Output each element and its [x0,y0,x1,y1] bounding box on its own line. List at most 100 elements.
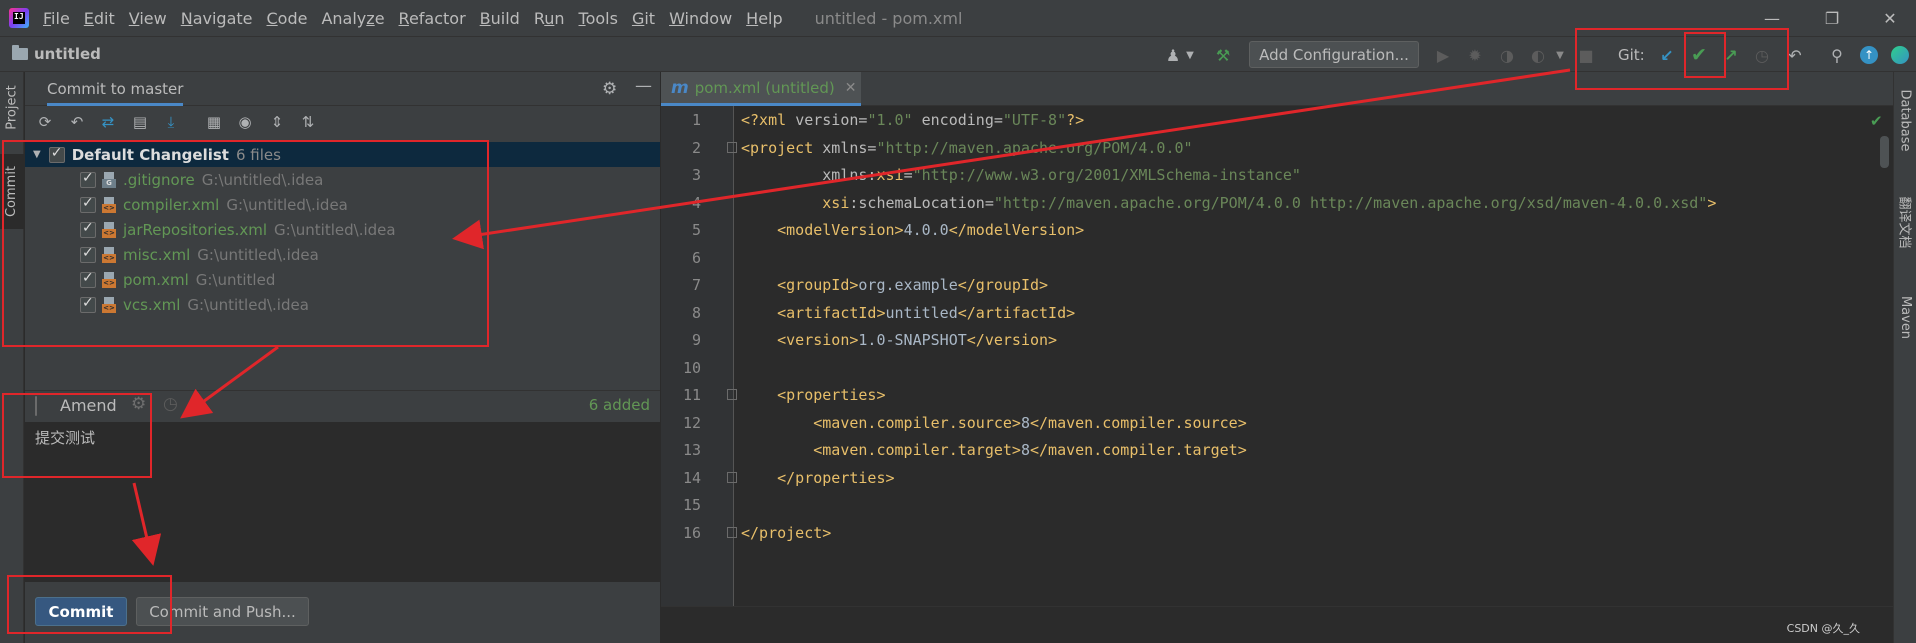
view-options-eye-icon[interactable]: ◉ [235,112,255,132]
tab-label: pom.xml (untitled) [694,78,835,97]
code-editor[interactable]: <?xml version="1.0" encoding="UTF-8"?> <… [741,106,1881,606]
watermark-text: CSDN @久_久 [1786,622,1860,635]
download-icon[interactable]: ⤓ [161,112,181,132]
fold-marker-icon[interactable] [727,527,737,538]
fold-marker-icon[interactable] [727,472,737,483]
search-everywhere-icon[interactable]: ⚲ [1827,45,1847,65]
fold-marker-icon[interactable] [727,389,737,400]
annotation-box-commit-icon [1684,32,1726,78]
menu-git[interactable]: Git [632,9,655,28]
line-number: 6 [691,249,701,267]
added-count: 6 added [588,396,650,414]
tab-pom-xml[interactable]: m pom.xml (untitled) ✕ [661,72,861,106]
fold-marker-icon[interactable] [727,142,737,153]
close-window-icon[interactable]: ✕ [1868,0,1912,36]
tab-project[interactable]: Project [0,72,24,142]
line-number: 7 [691,276,701,294]
ide-update-icon[interactable]: ↑ [1860,46,1878,64]
close-tab-icon[interactable]: ✕ [845,80,857,96]
line-number: 10 [682,359,701,377]
commit-panel-header: Commit to master ⚙ — [25,72,660,106]
gear-icon[interactable]: ⚙ [602,79,617,99]
code-line: <version>1.0-SNAPSHOT</version> [777,331,1058,349]
menu-run[interactable]: Run [534,9,565,28]
collapse-all-icon[interactable]: ⇅ [298,112,318,132]
menu-tools[interactable]: Tools [579,9,618,28]
annotation-box-changelist [2,140,489,347]
code-line: <?xml version="1.0" encoding="UTF-8"?> [741,111,1085,129]
menu-view[interactable]: View [129,9,167,28]
shelve-icon[interactable]: ▤ [130,112,150,132]
tab-database[interactable]: Database [1894,80,1916,160]
line-number: 9 [691,331,701,349]
annotation-box-message [2,393,152,478]
window-title: untitled - pom.xml [814,8,963,28]
run-icon[interactable]: ▶ [1433,45,1453,65]
line-number: 13 [682,441,701,459]
line-number: 3 [691,166,701,184]
line-number: 1 [691,111,701,129]
commit-panel-title: Commit to master [47,80,184,106]
tab-maven-label: Maven [1898,295,1913,339]
build-hammer-icon[interactable]: ⚒ [1213,45,1233,65]
commit-history-icon[interactable]: ◷ [163,394,178,414]
project-name: untitled [34,45,101,63]
menu-file[interactable]: File [43,9,70,28]
no-problems-checkmark-icon[interactable]: ✔ [1870,112,1883,130]
tab-translation-label: 翻译文档 [1896,195,1912,249]
code-line: <project xmlns="http://maven.apache.org/… [741,139,1193,157]
menu-refactor[interactable]: Refactor [399,9,466,28]
annotation-box-git-toolbar [1575,28,1789,90]
intellij-logo-icon: IJ [9,8,29,28]
run-coverage-icon[interactable]: ◑ [1497,45,1517,65]
tab-translation[interactable]: 翻译文档 [1894,182,1916,262]
hide-panel-icon[interactable]: — [635,76,652,96]
menu-window[interactable]: Window [669,9,732,28]
expand-all-icon[interactable]: ⇕ [267,112,287,132]
show-diff-icon[interactable]: ⇄ [98,112,118,132]
code-with-me-icon[interactable] [1891,46,1909,64]
chevron-down-icon[interactable]: ▼ [1180,45,1200,65]
restore-window-icon[interactable]: ❐ [1810,0,1854,36]
code-line: xmlns:xsi="http://www.w3.org/2001/XMLSch… [822,166,1301,184]
debug-icon[interactable]: ✹ [1465,45,1485,65]
code-line: <maven.compiler.target>8</maven.compiler… [813,441,1247,459]
code-line: <groupId>org.example</groupId> [777,276,1049,294]
menu-analyze[interactable]: Analyze [321,9,384,28]
menu-code[interactable]: Code [267,9,308,28]
annotation-box-commit-button [7,575,172,634]
code-line: <maven.compiler.source>8</maven.compiler… [813,414,1247,432]
code-line: <modelVersion>4.0.0</modelVersion> [777,221,1085,239]
line-number: 5 [691,221,701,239]
code-line: <artifactId>untitled</artifactId> [777,304,1076,322]
refresh-icon[interactable]: ⟳ [35,112,55,132]
code-line: </project> [741,524,832,542]
tab-maven[interactable]: Maven [1894,282,1916,352]
line-number: 2 [691,139,701,157]
editor-gutter: 1 2 3 4 5 6 7 8 9 10 11 12 13 14 15 16 [661,106,737,606]
folder-icon [12,45,28,60]
line-number: 15 [682,496,701,514]
group-by-icon[interactable]: ▦ [204,112,224,132]
commit-toolbar: ⟳ ↶ ⇄ ▤ ⤓ ▦ ◉ ⇕ ⇅ [25,107,660,137]
more-run-chevron-icon[interactable]: ▼ [1550,45,1570,65]
tab-project-label: Project [4,84,20,130]
line-number: 4 [691,194,701,212]
line-number: 14 [682,469,701,487]
menu-help[interactable]: Help [746,9,782,28]
line-number: 12 [682,414,701,432]
vertical-scrollbar[interactable] [1880,136,1889,168]
maven-file-icon: m [671,77,689,98]
line-number: 11 [682,386,701,404]
code-line: </properties> [777,469,895,487]
profile-icon[interactable]: ◐ [1528,45,1548,65]
tab-database-label: Database [1898,88,1913,152]
add-configuration-button[interactable]: Add Configuration... [1249,41,1419,68]
breadcrumb-project[interactable]: untitled [12,45,101,63]
menu-edit[interactable]: Edit [84,9,115,28]
menu-build[interactable]: Build [480,9,520,28]
code-line: xsi:schemaLocation="http://maven.apache.… [822,194,1717,212]
line-number: 16 [682,524,701,542]
menu-navigate[interactable]: Navigate [181,9,253,28]
rollback-changes-icon[interactable]: ↶ [67,112,87,132]
